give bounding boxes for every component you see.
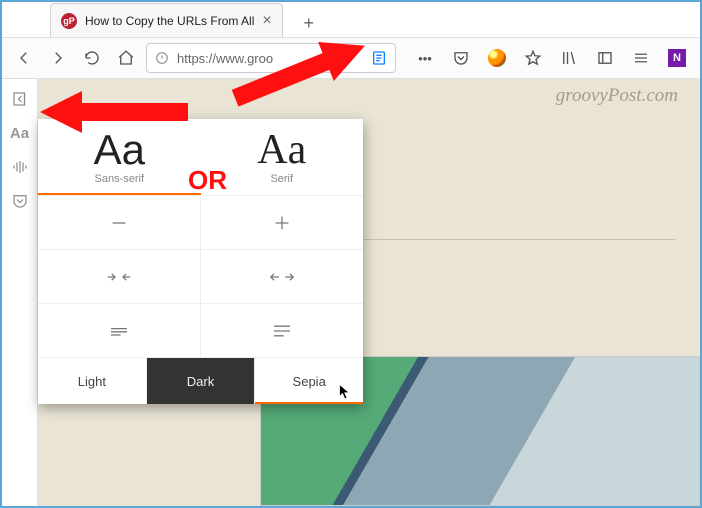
annotation-or: OR <box>188 165 227 196</box>
theme-dark-button[interactable]: Dark <box>146 358 255 404</box>
lineheight-row <box>38 303 363 357</box>
forward-button[interactable] <box>44 44 72 72</box>
theme-sepia-button[interactable]: Sepia <box>254 358 363 404</box>
close-reader-icon[interactable] <box>4 83 36 115</box>
reader-view-icon[interactable] <box>371 50 387 66</box>
tab-title: How to Copy the URLs From All <box>85 14 254 28</box>
reload-button[interactable] <box>78 44 106 72</box>
site-brand: groovyPost.com <box>556 85 678 107</box>
close-tab-icon[interactable]: × <box>262 13 271 29</box>
narrate-icon[interactable] <box>4 151 36 183</box>
onenote-icon[interactable]: N <box>662 43 692 73</box>
decrease-fontsize-button[interactable] <box>38 195 200 249</box>
toolbar-right: ••• N <box>410 43 692 73</box>
bookmark-star-icon[interactable] <box>518 43 548 73</box>
type-controls-icon[interactable]: Aa <box>4 117 36 149</box>
page-actions-icon[interactable]: ••• <box>410 43 440 73</box>
decrease-lineheight-button[interactable] <box>38 303 200 357</box>
content-area: Aa groovyPost.com URLs From All Open wse… <box>2 79 700 506</box>
contentwidth-row <box>38 249 363 303</box>
annotation-arrow-right <box>230 37 370 110</box>
fontsize-row <box>38 195 363 249</box>
decrease-width-button[interactable] <box>38 249 200 303</box>
theme-sepia-label: Sepia <box>293 374 326 389</box>
sidebar-toggle-icon[interactable] <box>590 43 620 73</box>
browser-tab[interactable]: gP How to Copy the URLs From All × <box>50 3 283 37</box>
new-tab-button[interactable]: + <box>295 9 323 37</box>
font-name: Sans-serif <box>38 173 201 185</box>
site-info-icon[interactable] <box>155 51 169 65</box>
increase-lineheight-button[interactable] <box>200 303 363 357</box>
theme-row: Light Dark Sepia <box>38 357 363 404</box>
tab-strip: gP How to Copy the URLs From All × + <box>2 2 700 37</box>
increase-width-button[interactable] <box>200 249 363 303</box>
menu-icon[interactable] <box>626 43 656 73</box>
theme-light-button[interactable]: Light <box>38 358 146 404</box>
back-button[interactable] <box>10 44 38 72</box>
type-controls-panel: Aa Sans-serif Aa Serif <box>38 119 363 404</box>
cursor-icon <box>338 382 353 402</box>
save-pocket-icon[interactable] <box>4 185 36 217</box>
firefox-account-icon[interactable] <box>482 43 512 73</box>
annotation-arrow-left <box>40 87 190 140</box>
reader-sidebar: Aa <box>2 79 38 506</box>
tab-favicon: gP <box>61 13 77 29</box>
pocket-icon[interactable] <box>446 43 476 73</box>
increase-fontsize-button[interactable] <box>200 195 363 249</box>
home-button[interactable] <box>112 44 140 72</box>
library-icon[interactable] <box>554 43 584 73</box>
